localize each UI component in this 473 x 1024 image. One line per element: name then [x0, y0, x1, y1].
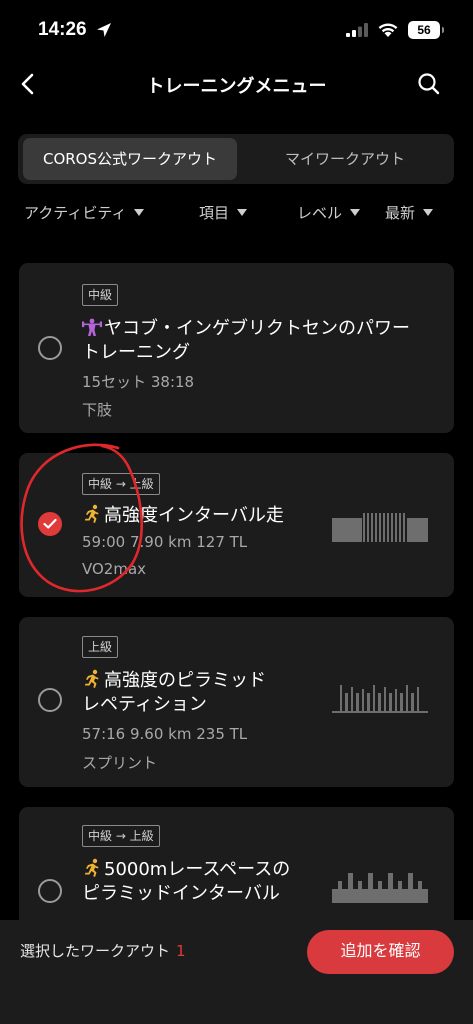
caret-down-icon	[423, 209, 434, 216]
filter-bar: アクティビティ 項目 レベル 最新	[0, 202, 473, 226]
workout-name-line1: 高強度インターバル走	[104, 505, 284, 526]
nav-bar: トレーニングメニュー	[0, 62, 473, 106]
workout-name-line2: レペティション	[82, 694, 207, 715]
selected-workouts-label: 選択したワークアウト 1	[20, 940, 186, 961]
status-time: 14:26	[38, 19, 87, 40]
workout-card[interactable]: 中級 → 上級 高強度インターバル走 59:00 7.90 km 127 TL …	[19, 453, 454, 597]
battery-level: 56	[408, 21, 444, 39]
selected-count: 1	[176, 942, 186, 960]
intensity-profile	[332, 685, 428, 713]
workout-name-line2: トレーニング	[82, 342, 190, 363]
runner-icon	[85, 669, 99, 688]
select-radio[interactable]	[38, 336, 62, 360]
intensity-profile	[332, 873, 428, 903]
workout-name-line1: ヤコブ・インゲブリクトセンのパワー	[104, 318, 410, 339]
select-radio[interactable]	[38, 688, 62, 712]
filter-activity-label: アクティビティ	[24, 204, 127, 222]
caret-down-icon	[237, 209, 248, 216]
filter-activity[interactable]: アクティビティ	[24, 202, 145, 223]
workout-meta: 57:16 9.60 km 235 TL	[82, 725, 248, 743]
caret-down-icon	[350, 209, 361, 216]
workout-meta: 59:00 7.90 km 127 TL	[82, 533, 248, 551]
level-badge: 中級	[82, 284, 119, 306]
selected-label-text: 選択したワークアウト	[20, 942, 171, 960]
checkmark-icon	[43, 518, 57, 529]
level-badge: 中級 → 上級	[82, 473, 160, 495]
runner-icon	[85, 504, 99, 523]
workout-name-line1: 5000mレースペースの	[104, 859, 291, 880]
workout-card[interactable]: 上級 高強度のピラミッドレペティション 57:16 9.60 km 235 TL…	[19, 617, 454, 787]
status-bar: 14:26 56	[0, 0, 473, 62]
level-badge: 中級 → 上級	[82, 825, 160, 847]
workout-name-line1: 高強度のピラミッド	[104, 670, 266, 691]
filter-sort-label: 最新	[385, 204, 416, 222]
workout-name: 高強度インターバル走	[82, 504, 284, 528]
workout-card[interactable]: 中級 ヤコブ・インゲブリクトセンのパワートレーニング 15セット 38:18 下…	[19, 263, 454, 433]
workout-tag: 下肢	[82, 401, 113, 419]
workout-meta: 15セット 38:18	[82, 373, 195, 391]
cellular-signal-icon	[346, 23, 368, 37]
workout-card[interactable]: 中級 → 上級 5000mレースペースのピラミッドインターバル	[19, 807, 454, 937]
location-arrow-icon	[97, 23, 111, 37]
filter-item[interactable]: 項目	[199, 202, 248, 223]
page-title: トレーニングメニュー	[146, 76, 327, 97]
tab-official-workouts[interactable]: COROS公式ワークアウト	[23, 138, 237, 180]
workout-name: 5000mレースペースのピラミッドインターバル	[82, 858, 290, 906]
bottom-action-bar: 選択したワークアウト 1 追加を確認	[0, 920, 473, 1024]
confirm-add-button[interactable]: 追加を確認	[307, 930, 454, 974]
workout-tag: スプリント	[82, 754, 158, 772]
runner-icon	[85, 858, 99, 877]
filter-sort[interactable]: 最新	[385, 202, 434, 223]
tab-my-workouts[interactable]: マイワークアウト	[240, 138, 450, 180]
workout-name: ヤコブ・インゲブリクトセンのパワートレーニング	[82, 317, 410, 365]
workout-tag: VO2max	[82, 560, 147, 578]
filter-item-label: 項目	[199, 204, 230, 222]
intensity-profile	[332, 513, 428, 542]
wifi-icon	[378, 23, 398, 37]
select-radio-checked[interactable]	[38, 512, 62, 536]
search-icon[interactable]	[416, 71, 442, 97]
filter-level-label: レベル	[297, 204, 343, 222]
workout-name: 高強度のピラミッドレペティション	[82, 669, 266, 717]
workout-name-line2: ピラミッドインターバル	[82, 883, 280, 904]
select-radio[interactable]	[38, 879, 62, 903]
filter-level[interactable]: レベル	[297, 202, 361, 223]
caret-down-icon	[134, 209, 145, 216]
strength-icon	[82, 318, 102, 336]
level-badge: 上級	[82, 636, 119, 658]
workout-source-segment: COROS公式ワークアウト マイワークアウト	[18, 134, 454, 184]
